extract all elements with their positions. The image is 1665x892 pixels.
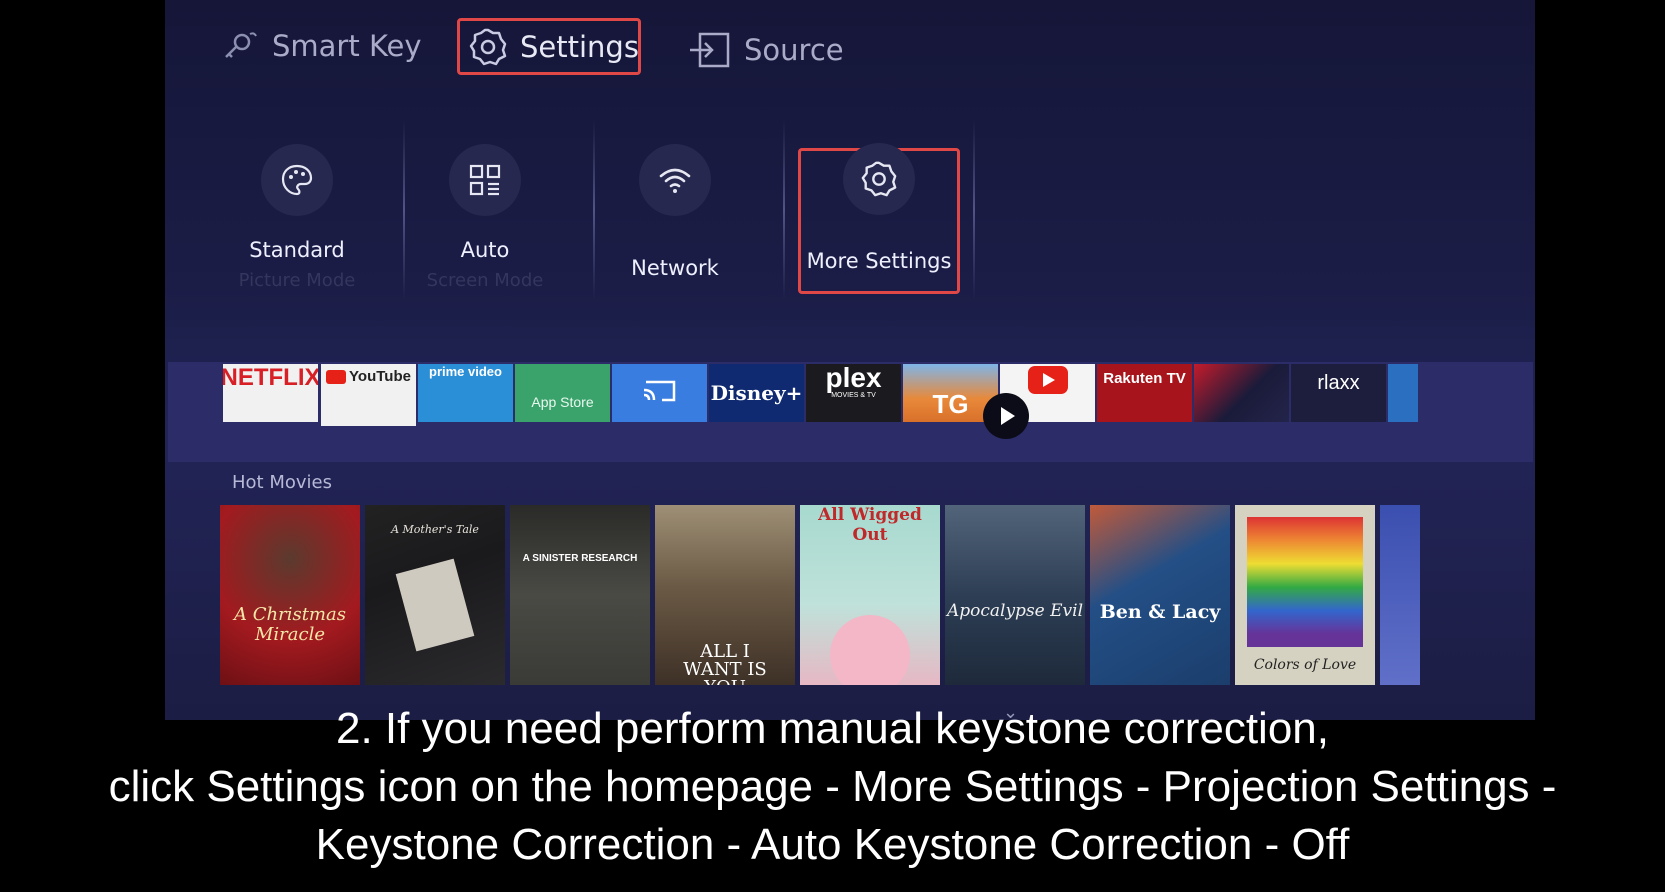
tile-label: Network bbox=[631, 256, 719, 280]
app-cast[interactable] bbox=[612, 364, 707, 422]
app-label: Rakuten TV bbox=[1103, 370, 1186, 387]
tile-more-settings[interactable]: More Settings bbox=[798, 143, 960, 294]
app-label: rlaxx bbox=[1317, 372, 1360, 394]
app-sublabel: MOVIES & TV bbox=[831, 392, 876, 399]
quick-settings-panel: Standard Picture Mode Auto Screen Mode N… bbox=[165, 110, 1535, 340]
tile-screen-mode[interactable]: Auto Screen Mode bbox=[395, 110, 575, 300]
poster-title: ALL I WANT IS YOU bbox=[683, 641, 767, 686]
youtube-logo-icon bbox=[326, 370, 347, 384]
poster-title: A SINISTER RESEARCH bbox=[522, 553, 638, 564]
app-netflix[interactable]: NETFLIX bbox=[223, 364, 318, 422]
nav-smart-key[interactable]: Smart Key bbox=[220, 28, 422, 64]
wifi-icon bbox=[639, 144, 711, 216]
divider bbox=[783, 120, 785, 300]
nav-source-label: Source bbox=[744, 33, 844, 67]
app-label: prime video bbox=[429, 364, 502, 379]
nav-smart-key-label: Smart Key bbox=[272, 29, 422, 63]
app-label: NETFLIX bbox=[223, 364, 318, 391]
tile-network[interactable]: Network bbox=[585, 110, 765, 300]
tile-sublabel: Screen Mode bbox=[426, 270, 544, 291]
tile-sublabel: Picture Mode bbox=[238, 270, 356, 291]
play-icon bbox=[1001, 407, 1015, 425]
paper-image bbox=[395, 558, 475, 652]
youtube-play-icon bbox=[1027, 366, 1068, 394]
app-row: NETFLIX YouTube prime video App Store Di… bbox=[168, 362, 1533, 462]
app-label: YouTube bbox=[349, 368, 411, 385]
movie-poster[interactable]: ALL I WANT IS YOU bbox=[655, 505, 795, 685]
top-navigation: Smart Key Settings Source bbox=[165, 18, 1535, 78]
movie-poster[interactable]: All Wigged Out bbox=[800, 505, 940, 685]
pink-hair-image bbox=[830, 615, 910, 685]
movie-poster[interactable]: A Mother's Tale bbox=[365, 505, 505, 685]
cast-icon bbox=[640, 376, 680, 411]
tile-label: Standard bbox=[249, 238, 345, 262]
divider bbox=[973, 120, 975, 300]
poster-title: A Christmas Miracle bbox=[234, 604, 346, 645]
app-partial[interactable] bbox=[1388, 364, 1418, 422]
poster-title: Colors of Love bbox=[1253, 657, 1357, 673]
play-button[interactable] bbox=[983, 393, 1029, 439]
caption-line-2: click Settings icon on the homepage - Mo… bbox=[108, 762, 1557, 811]
nav-settings-label: Settings bbox=[520, 29, 639, 64]
poster-title: Apocalypse Evil bbox=[946, 601, 1084, 621]
poster-title: All Wigged Out bbox=[818, 505, 922, 545]
nav-source[interactable]: Source bbox=[688, 30, 844, 70]
movie-poster[interactable]: A Christmas Miracle bbox=[220, 505, 360, 685]
poster-title: Ben & Lacy bbox=[1099, 601, 1221, 623]
movie-poster-partial[interactable] bbox=[1380, 505, 1420, 685]
tile-label: Auto bbox=[460, 238, 510, 262]
app-rlaxx[interactable]: rlaxx bbox=[1291, 364, 1386, 422]
rainbow-image bbox=[1247, 517, 1363, 647]
grid-icon bbox=[449, 144, 521, 216]
app-tile-generic[interactable] bbox=[1194, 364, 1289, 422]
movie-poster[interactable]: A SINISTER RESEARCH bbox=[510, 505, 650, 685]
settings-gear-icon bbox=[468, 27, 508, 67]
app-label: TG bbox=[932, 389, 969, 419]
palette-icon bbox=[261, 144, 333, 216]
app-prime-video[interactable]: prime video bbox=[418, 364, 513, 422]
movie-poster[interactable]: Colors of Love bbox=[1235, 505, 1375, 685]
caption-line-1: 2. If you need perform manual keystone c… bbox=[336, 704, 1329, 753]
movie-poster[interactable]: Ben & Lacy bbox=[1090, 505, 1230, 685]
poster-title: A Mother's Tale bbox=[391, 523, 479, 536]
tile-picture-mode[interactable]: Standard Picture Mode bbox=[207, 110, 387, 300]
tv-screen: Smart Key Settings Source Standard Pictu… bbox=[165, 0, 1535, 720]
app-label: plex bbox=[825, 364, 882, 393]
app-rakuten-tv[interactable]: Rakuten TV bbox=[1097, 364, 1192, 422]
caption-line-3: Keystone Correction - Auto Keystone Corr… bbox=[315, 820, 1350, 869]
app-label: Disney+ bbox=[710, 381, 803, 405]
smart-key-icon bbox=[220, 28, 260, 64]
hot-movies-title: Hot Movies bbox=[232, 472, 332, 493]
tile-label: More Settings bbox=[806, 249, 952, 273]
source-input-icon bbox=[688, 30, 732, 70]
movie-poster[interactable]: Apocalypse Evil bbox=[945, 505, 1085, 685]
app-disney-plus[interactable]: Disney+ bbox=[709, 364, 804, 422]
app-youtube[interactable]: YouTube bbox=[321, 364, 416, 426]
gear-icon bbox=[843, 143, 915, 215]
nav-settings[interactable]: Settings bbox=[457, 18, 641, 75]
app-plex[interactable]: plex MOVIES & TV bbox=[806, 364, 901, 422]
app-app-store[interactable]: App Store bbox=[515, 364, 610, 422]
app-label: App Store bbox=[531, 394, 594, 410]
